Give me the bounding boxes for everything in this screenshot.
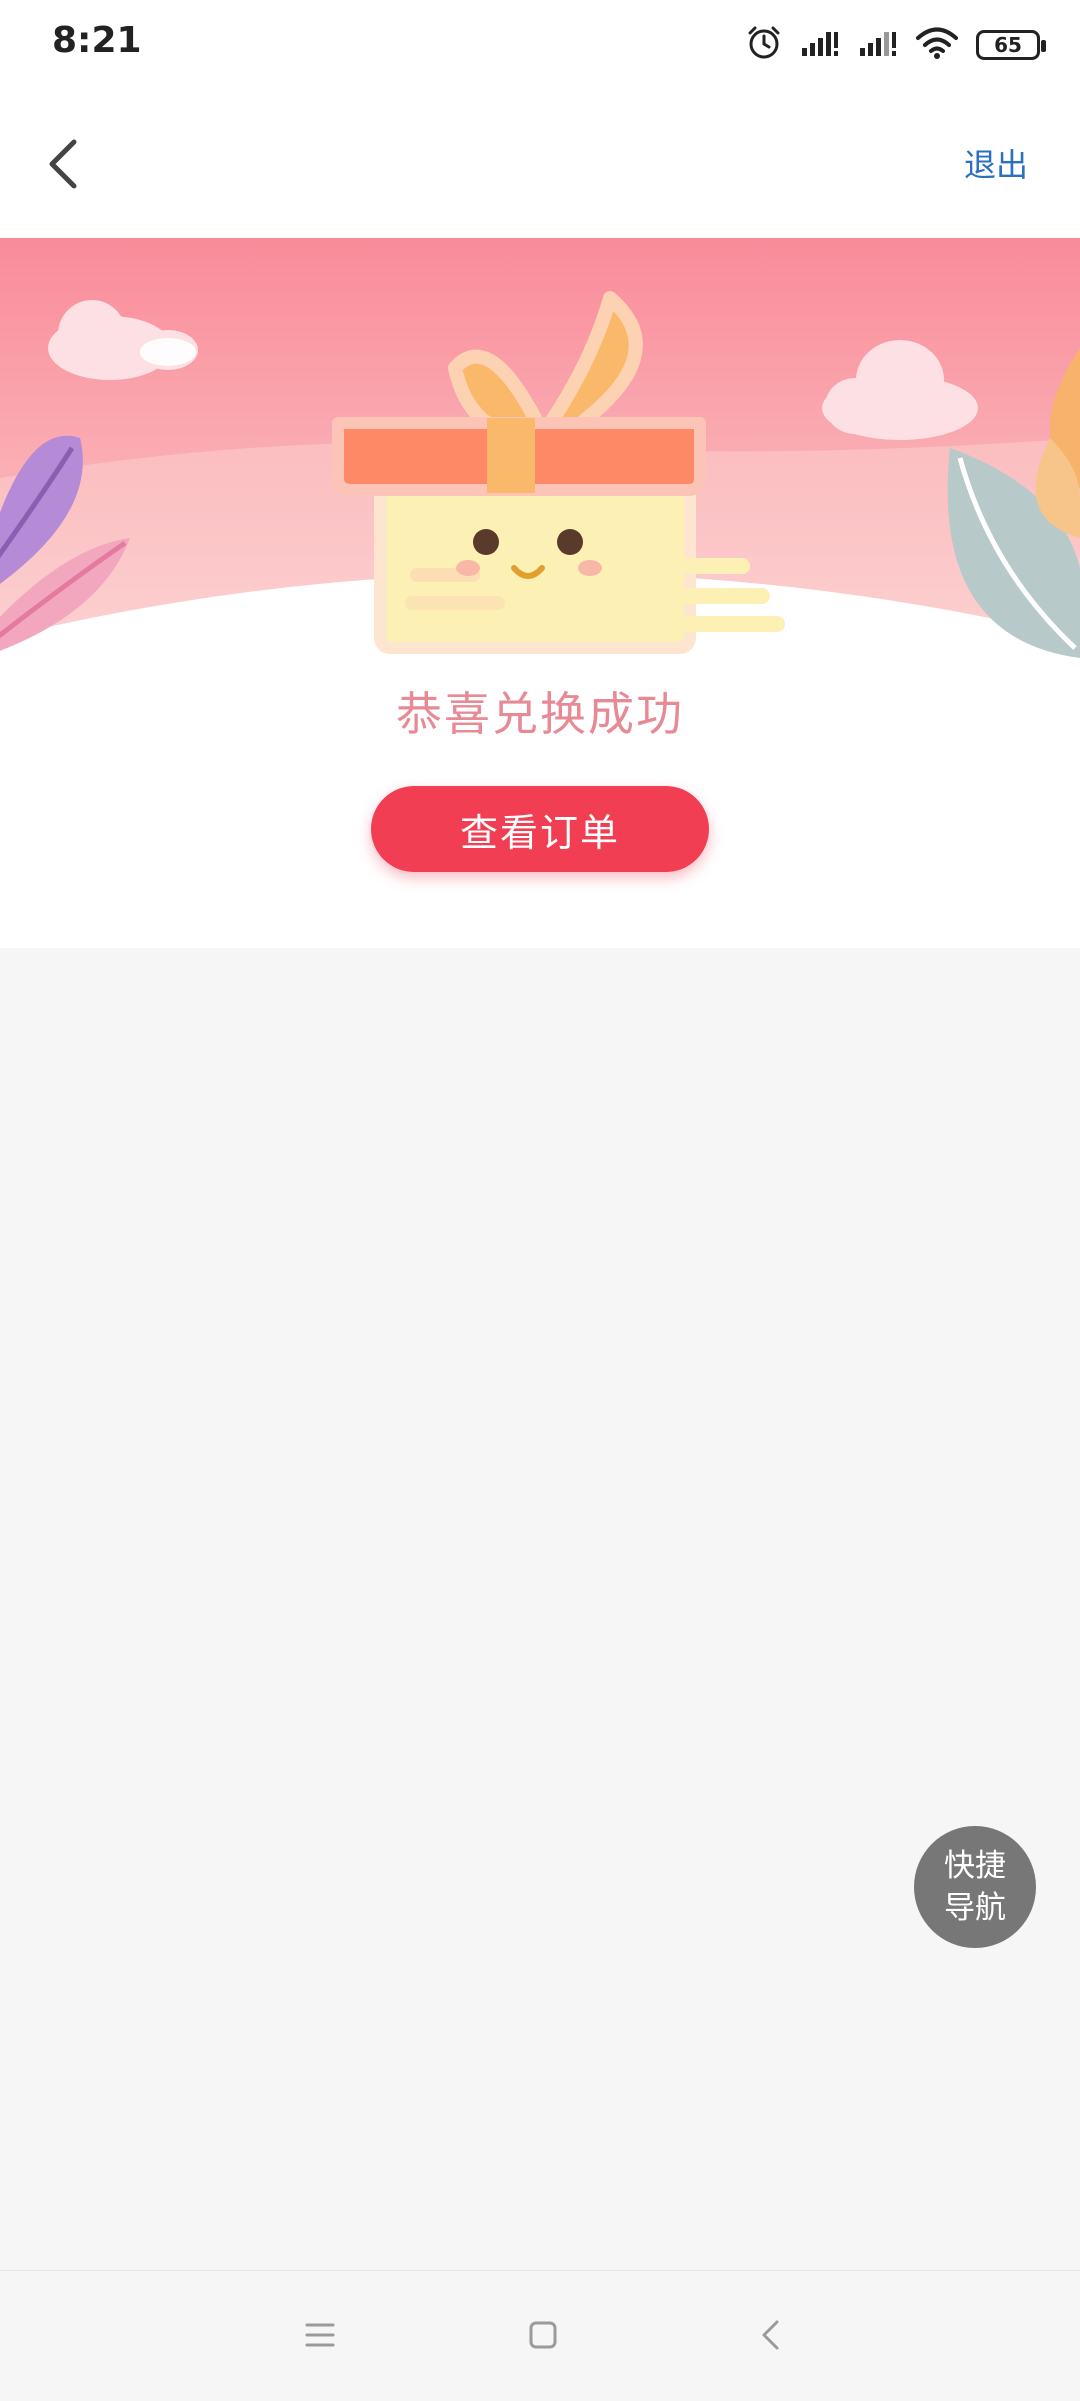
quick-nav-line-2: 导航 (944, 1890, 1006, 1926)
signal-icon (858, 28, 898, 62)
success-banner: 恭喜兑换成功 查看订单 (0, 238, 1080, 948)
signal-icon (800, 28, 840, 62)
home-button[interactable] (503, 2299, 583, 2371)
exit-button[interactable]: 退出 (964, 140, 1028, 186)
recent-apps-button[interactable] (280, 2299, 360, 2371)
alarm-icon (746, 25, 782, 65)
quick-nav-line-1: 快捷 (944, 1848, 1006, 1884)
back-button[interactable] (30, 132, 94, 196)
wifi-icon (916, 27, 958, 63)
system-navigation-bar (0, 2270, 1080, 2401)
home-icon (529, 2321, 557, 2349)
chevron-left-icon (49, 139, 77, 189)
system-back-button[interactable] (730, 2299, 810, 2371)
header: 退出 (0, 90, 1080, 238)
battery-icon: 65 (976, 30, 1046, 60)
view-order-button[interactable]: 查看订单 (371, 786, 709, 872)
status-icons: 65 (746, 22, 1046, 68)
status-time: 8:21 (52, 20, 142, 61)
battery-level: 65 (994, 33, 1022, 57)
back-icon (762, 2320, 779, 2350)
success-message: 恭喜兑换成功 (396, 687, 684, 741)
quick-nav-button[interactable]: 快捷 导航 (914, 1826, 1036, 1948)
status-bar: 8:21 65 (0, 0, 1080, 90)
gift-illustration (0, 238, 1080, 678)
menu-icon (305, 2323, 335, 2347)
